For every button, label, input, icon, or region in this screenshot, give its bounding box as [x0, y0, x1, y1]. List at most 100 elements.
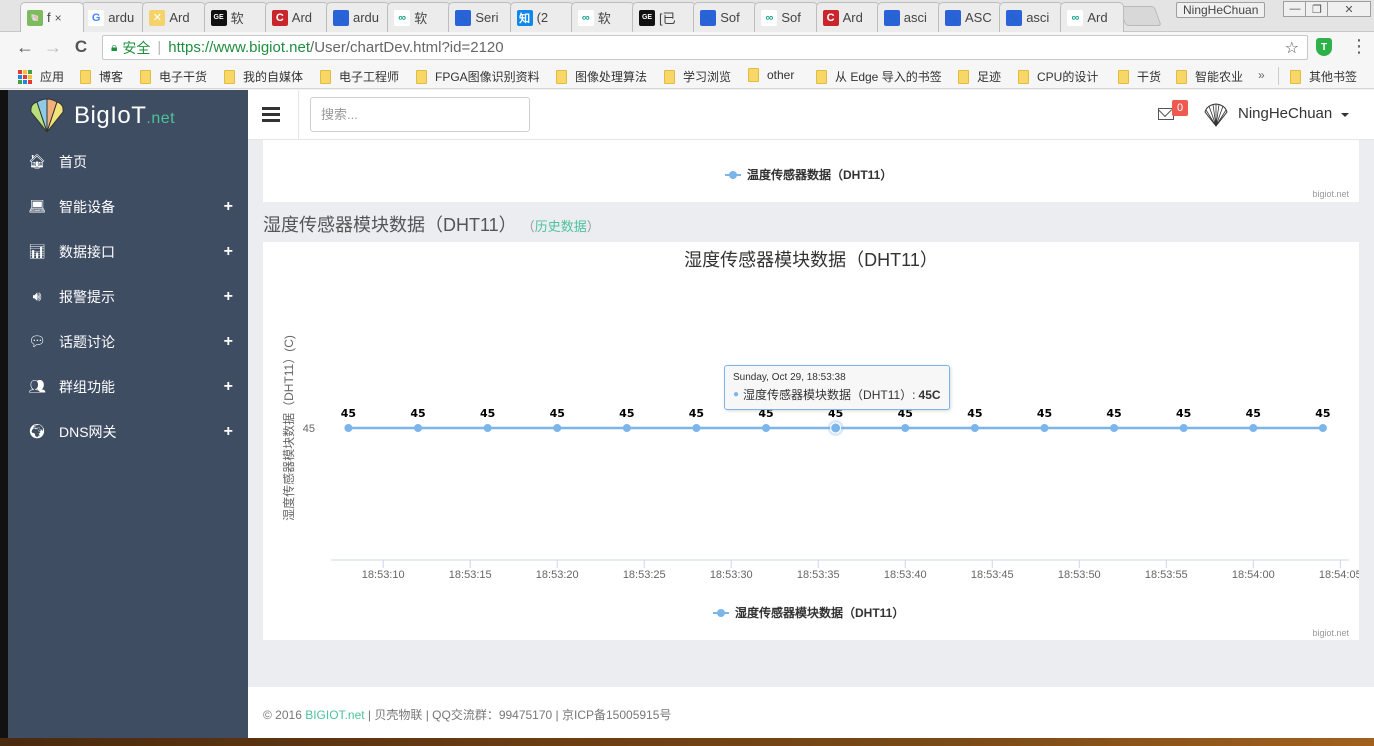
expand-plus-icon[interactable]: +: [224, 333, 233, 351]
menu-dots-icon[interactable]: ⋮: [1350, 36, 1368, 57]
bookmark-folder[interactable]: CPU的设计: [1018, 68, 1098, 85]
close-tab-icon[interactable]: ×: [55, 11, 62, 25]
expand-plus-icon[interactable]: +: [224, 378, 233, 396]
browser-tab[interactable]: GE 软: [203, 2, 268, 32]
expand-plus-icon[interactable]: +: [224, 288, 233, 306]
hamburger-menu-icon[interactable]: [262, 107, 280, 122]
x-tick-label: 18:53:45: [971, 569, 1014, 581]
sidebar-item[interactable]: 👥︎ 群组功能 +: [8, 364, 248, 409]
data-label: 45: [1176, 407, 1191, 420]
bookmarks-overflow-button[interactable]: »: [1258, 68, 1265, 82]
humidity-legend-item[interactable]: 湿度传感器模块数据（DHT11）: [713, 604, 904, 621]
bookmark-label: 智能农业: [1195, 70, 1244, 84]
expand-plus-icon[interactable]: +: [224, 243, 233, 261]
browser-tab[interactable]: 🐾 Sof: [693, 2, 758, 32]
chart-credit[interactable]: bigiot.net: [1312, 628, 1349, 638]
browser-tab[interactable]: C Ard: [264, 2, 329, 32]
browser-tab[interactable]: C Ard: [815, 2, 880, 32]
bookmark-star-icon[interactable]: ☆: [1285, 38, 1299, 58]
bookmark-folder[interactable]: 干货: [1118, 68, 1161, 85]
address-bar[interactable]: 🔒︎ 安全 | https://www.bigiot.net /User/cha…: [102, 35, 1308, 60]
users-icon: 👥︎: [28, 378, 46, 394]
chart-title: 湿度传感器模块数据（DHT11）: [684, 250, 938, 270]
temperature-legend-item[interactable]: 温度传感器数据（DHT11）: [725, 166, 892, 183]
bookmark-folder[interactable]: 图像处理算法: [556, 68, 647, 85]
sidebar-item[interactable]: 🌍︎ DNS网关 +: [8, 409, 248, 454]
bookmark-folder[interactable]: 足迹: [958, 68, 1001, 85]
folder-icon: [140, 69, 151, 84]
profile-button[interactable]: NingHeChuan: [1176, 2, 1266, 18]
footer-copyright: © 2016: [263, 708, 306, 722]
footer-info: | 贝壳物联 | QQ交流群：99475170 | 京ICP备15005915号: [364, 708, 672, 722]
sidebar-item[interactable]: 💬︎ 话题讨论 +: [8, 319, 248, 364]
infinity-icon: ∞: [394, 9, 411, 26]
volume-icon: 🔊︎: [32, 288, 42, 304]
browser-tab[interactable]: ∞ Sof: [754, 2, 819, 32]
browser-tab[interactable]: 知 (2: [509, 2, 574, 32]
sidebar-item[interactable]: 💻︎ 智能设备 +: [8, 184, 248, 229]
bookmark-folder[interactable]: 我的自媒体: [224, 68, 303, 85]
bookmark-folder[interactable]: 博客: [80, 68, 123, 85]
history-data-link[interactable]: 历史数据: [535, 219, 587, 234]
tab-title: Sof: [781, 10, 801, 25]
minimize-button[interactable]: —: [1283, 1, 1307, 17]
x-tick-label: 18:53:40: [884, 569, 927, 581]
reload-button[interactable]: C: [70, 36, 92, 58]
bookmark-label: 干货: [1137, 70, 1162, 84]
lock-icon: 🔒︎: [111, 40, 118, 54]
browser-tab[interactable]: 🐚 f ×: [20, 2, 84, 32]
csdn-icon: C: [271, 9, 288, 26]
geek-icon: GE: [639, 9, 655, 26]
folder-icon: [556, 69, 567, 84]
browser-tab[interactable]: 🐾 Seri: [448, 2, 513, 32]
arduino-icon: ✕: [149, 9, 166, 26]
folder-icon: [224, 69, 235, 84]
tab-title: ardu: [353, 10, 380, 25]
baidu-icon: 🐾: [700, 9, 717, 26]
extension-shield-icon[interactable]: T: [1316, 38, 1332, 56]
sidebar-item[interactable]: 🏠︎ 首页: [8, 139, 248, 184]
bookmark-label: 电子干货: [159, 70, 208, 84]
bookmark-folder[interactable]: 电子干货: [140, 68, 207, 85]
footer-brand-link[interactable]: BIGIOT.net: [305, 708, 364, 722]
bookmark-folder[interactable]: FPGA图像识别资料: [416, 68, 540, 85]
tab-title: f: [47, 10, 51, 25]
close-window-button[interactable]: ✕: [1327, 1, 1371, 17]
section-title-text: 湿度传感器模块数据（DHT11）: [263, 215, 517, 235]
browser-tab[interactable]: ∞ Ard: [1060, 2, 1125, 32]
forward-button[interactable]: →: [42, 36, 64, 58]
browser-tab[interactable]: 🐾 ardu: [326, 2, 390, 32]
browser-tab[interactable]: ∞ 软: [570, 2, 635, 32]
browser-tab[interactable]: ∞ 软: [387, 2, 452, 32]
avatar[interactable]: [1203, 102, 1229, 128]
search-input[interactable]: [310, 97, 530, 132]
logo[interactable]: BigIoT.net: [28, 98, 175, 134]
expand-plus-icon[interactable]: +: [224, 198, 233, 216]
browser-tab[interactable]: GE [已: [632, 2, 696, 32]
sidebar-item[interactable]: 📊︎ 数据接口 +: [8, 229, 248, 274]
bookmark-folder[interactable]: other: [748, 68, 794, 82]
chevron-down-icon[interactable]: [1341, 113, 1349, 117]
sidebar-item[interactable]: 🔊︎ 报警提示 +: [8, 274, 248, 319]
folder-icon: [748, 68, 759, 82]
bookmark-apps[interactable]: 应用: [18, 68, 64, 85]
tab-strip: NingHeChuan — ❐ ✕ 🐚 f × Gardu ✕ Ard GE 软 C Ard 🐾 a…: [0, 0, 1374, 32]
other-bookmarks-folder[interactable]: 其他书签: [1290, 68, 1357, 85]
restore-button[interactable]: ❐: [1305, 1, 1329, 17]
expand-plus-icon[interactable]: +: [224, 423, 233, 441]
browser-tab[interactable]: ✕ Ard: [142, 2, 207, 32]
username[interactable]: NingHeChuan: [1238, 105, 1332, 122]
bookmark-folder[interactable]: 智能农业: [1176, 68, 1243, 85]
browser-tab[interactable]: 🐾 asci: [999, 2, 1064, 32]
baidu-icon: 🐾: [1006, 9, 1023, 26]
browser-tab[interactable]: 🐾 ASC: [938, 2, 1002, 32]
laptop-icon: 💻︎: [28, 198, 46, 214]
bookmark-folder[interactable]: 从 Edge 导入的书签: [816, 68, 942, 85]
bookmark-folder[interactable]: 学习浏览: [664, 68, 731, 85]
browser-tab[interactable]: Gardu: [81, 2, 146, 32]
bookmark-folder[interactable]: 电子工程师: [320, 68, 399, 85]
browser-tab[interactable]: 🐾 asci: [876, 2, 941, 32]
back-button[interactable]: ←: [14, 36, 36, 58]
chart-credit[interactable]: bigiot.net: [1312, 189, 1349, 199]
new-tab-button[interactable]: [1118, 6, 1162, 26]
